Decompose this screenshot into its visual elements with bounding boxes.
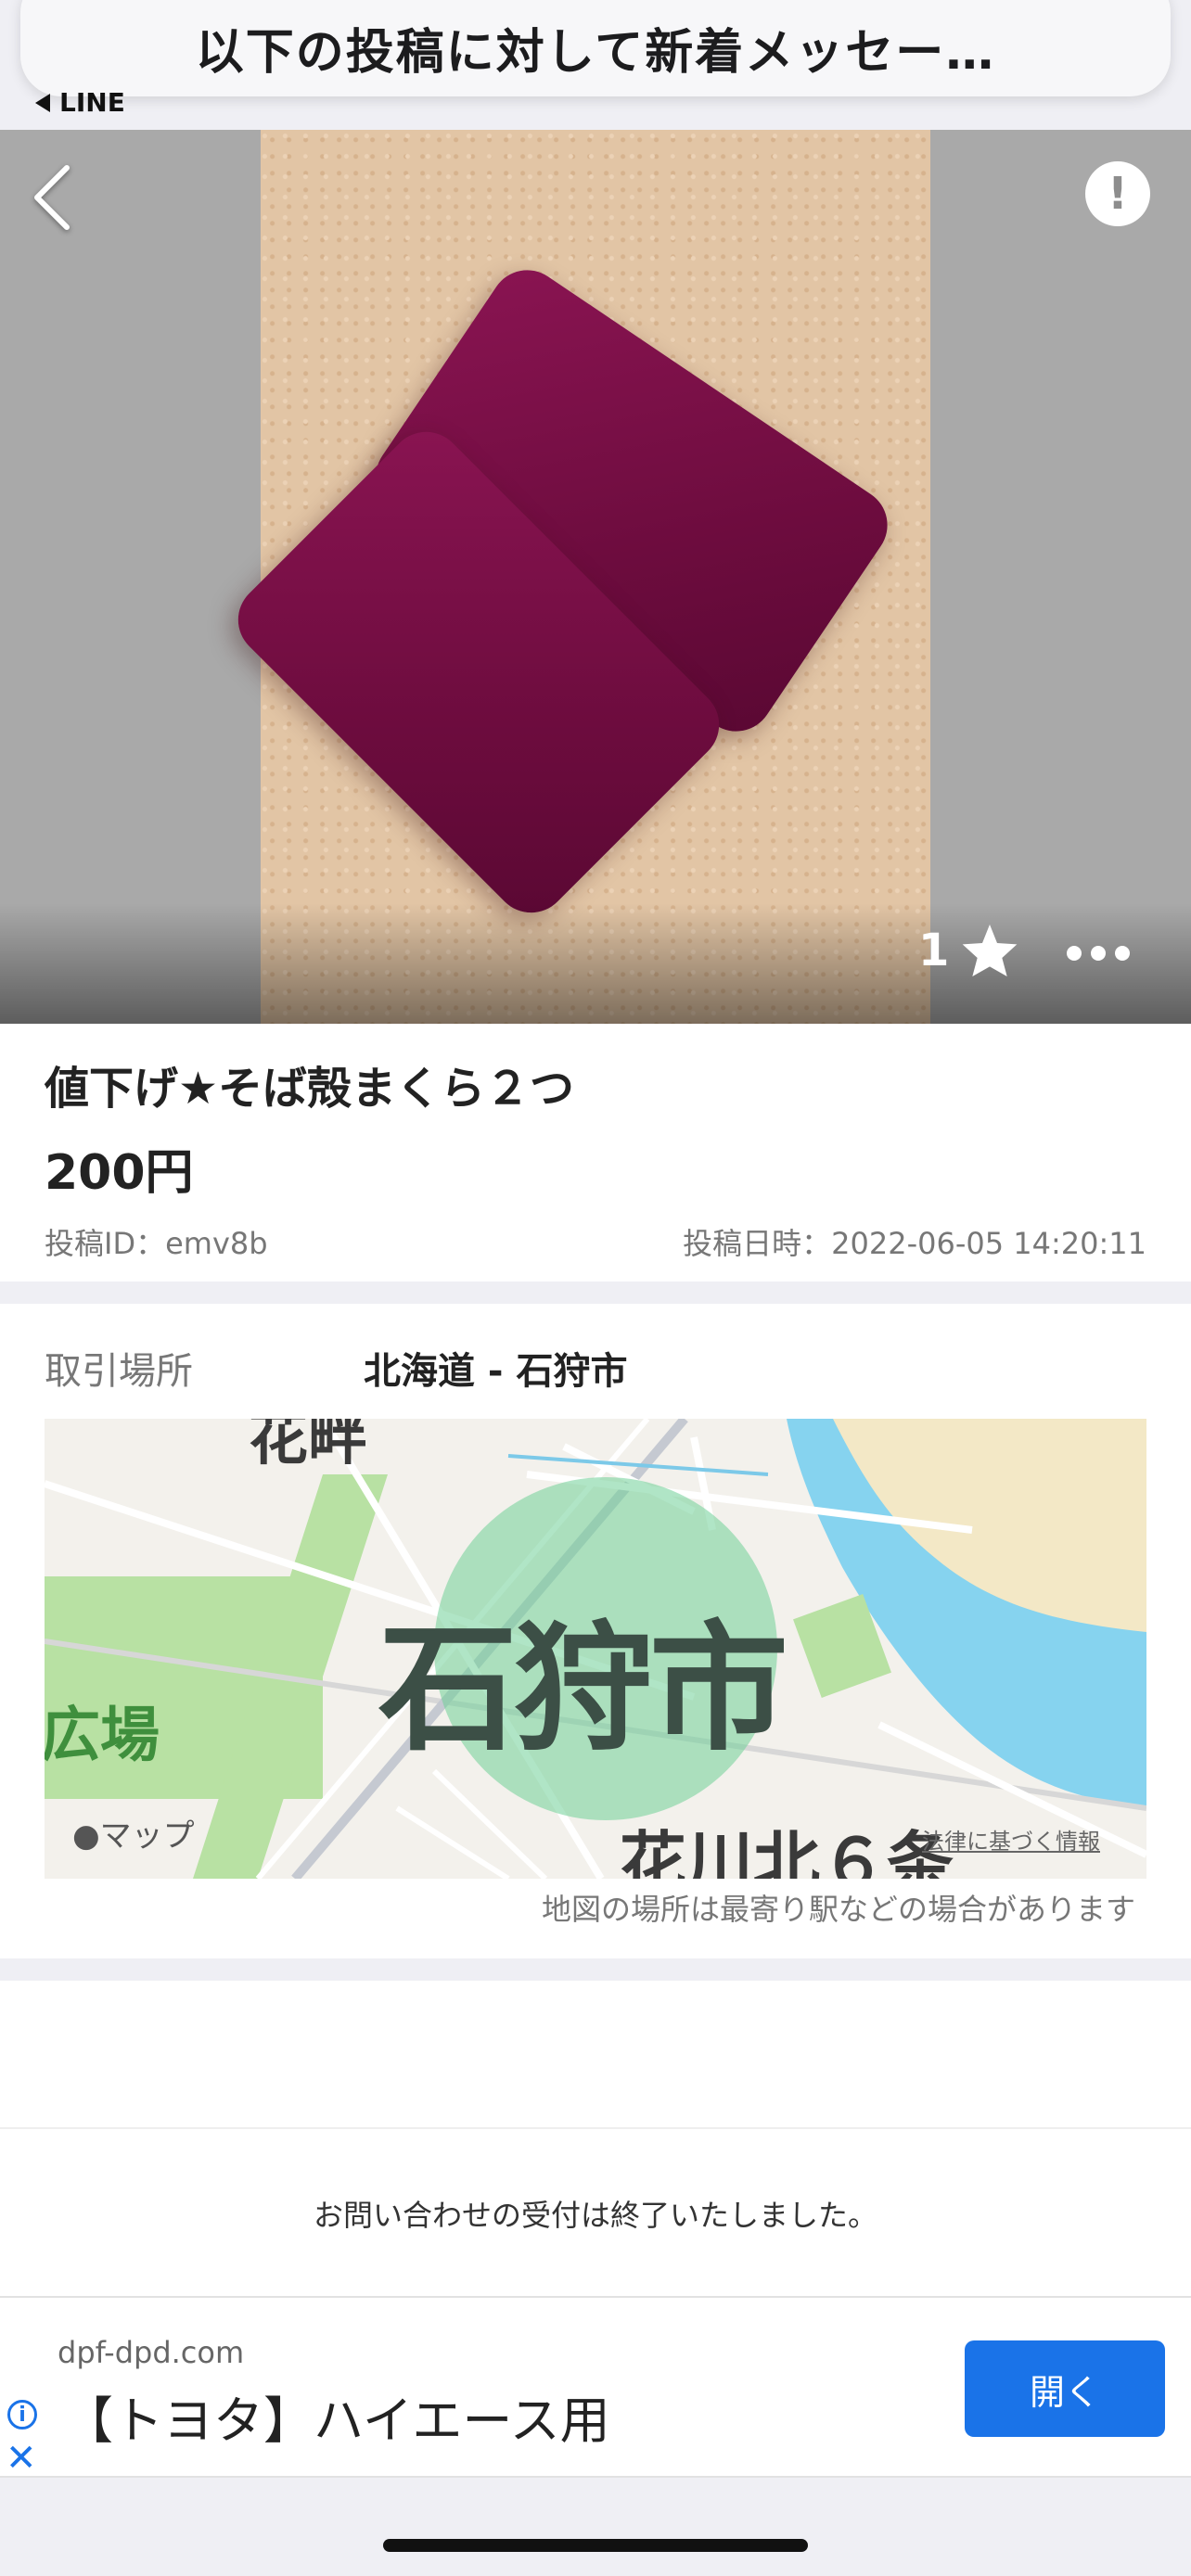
bottom-bar bbox=[0, 2478, 1191, 2576]
ad-banner[interactable]: dpf-dpd.com 【トヨタ】ハイエース用 開く i ✕ bbox=[0, 2296, 1191, 2480]
map-note: 地図の場所は最寄り駅などの場合があります bbox=[541, 1892, 1135, 1927]
post-id: 投稿ID：emv8b bbox=[45, 1226, 268, 1261]
notification-banner[interactable]: 以下の投稿に対して新着メッセー… bbox=[20, 0, 1171, 96]
favorite-button[interactable]: 1 bbox=[918, 922, 1019, 979]
top-area: 以下の投稿に対して新着メッセー… LINE bbox=[0, 0, 1191, 130]
exclamation-icon: ! bbox=[1108, 168, 1128, 220]
section-divider bbox=[0, 1958, 1191, 1981]
ad-close-icon[interactable]: ✕ bbox=[6, 2437, 37, 2480]
location-label: 取引場所 bbox=[45, 1350, 193, 1393]
chevron-left-icon bbox=[34, 165, 70, 230]
section-divider bbox=[0, 1282, 1191, 1304]
location-section: 取引場所 北海道 - 石狩市 花畔 石狩市 広場 花川北６条 ●マップ 法律に基… bbox=[0, 1304, 1191, 1958]
item-price: 200円 bbox=[45, 1145, 194, 1201]
report-button[interactable]: ! bbox=[1085, 161, 1150, 226]
spacer bbox=[0, 1981, 1191, 2129]
ad-domain: dpf-dpd.com bbox=[58, 2335, 245, 2370]
map-legal-link[interactable]: 法律に基づく情報 bbox=[922, 1823, 1100, 1855]
photo-area: ! 1 bbox=[0, 130, 1191, 1024]
apple-logo-icon: ● bbox=[72, 1817, 100, 1855]
inquiry-closed-notice: お問い合わせの受付は終了いたしました。 bbox=[0, 2131, 1191, 2296]
item-title: 値下げ★そば殻まくら２つ bbox=[45, 1063, 575, 1115]
location-map[interactable]: 花畔 石狩市 広場 花川北６条 ●マップ 法律に基づく情報 bbox=[45, 1419, 1146, 1879]
back-button[interactable] bbox=[19, 156, 83, 239]
map-park-label: 広場 bbox=[45, 1702, 160, 1770]
post-date: 投稿日時：2022-06-05 14:20:11 bbox=[683, 1226, 1146, 1261]
home-indicator[interactable] bbox=[383, 2539, 808, 2552]
map-provider: ●マップ bbox=[72, 1817, 195, 1855]
item-photo[interactable] bbox=[223, 130, 930, 1024]
inquiry-closed-text: お問い合わせの受付は終了いたしました。 bbox=[313, 2198, 877, 2233]
star-icon bbox=[963, 925, 1018, 976]
back-triangle-icon bbox=[35, 93, 50, 112]
notification-text: 以下の投稿に対して新着メッセー… bbox=[195, 24, 996, 81]
map-label-top: 花畔 bbox=[249, 1419, 367, 1473]
back-to-app-link[interactable]: LINE bbox=[35, 87, 125, 118]
ad-title: 【トヨタ】ハイエース用 bbox=[63, 2391, 610, 2450]
location-value: 北海道 - 石狩市 bbox=[364, 1350, 628, 1393]
ad-open-button[interactable]: 開く bbox=[965, 2340, 1165, 2437]
map-street-label: 花川北６条 bbox=[620, 1824, 954, 1879]
ad-info-icon[interactable]: i bbox=[7, 2400, 37, 2429]
item-info: 値下げ★そば殻まくら２つ 200円 投稿ID：emv8b 投稿日時：2022-0… bbox=[0, 1024, 1191, 1282]
favorite-count: 1 bbox=[918, 925, 950, 976]
map-city-label: 石狩市 bbox=[378, 1609, 788, 1770]
more-dots-icon[interactable] bbox=[1067, 946, 1130, 961]
back-app-label: LINE bbox=[59, 87, 125, 118]
